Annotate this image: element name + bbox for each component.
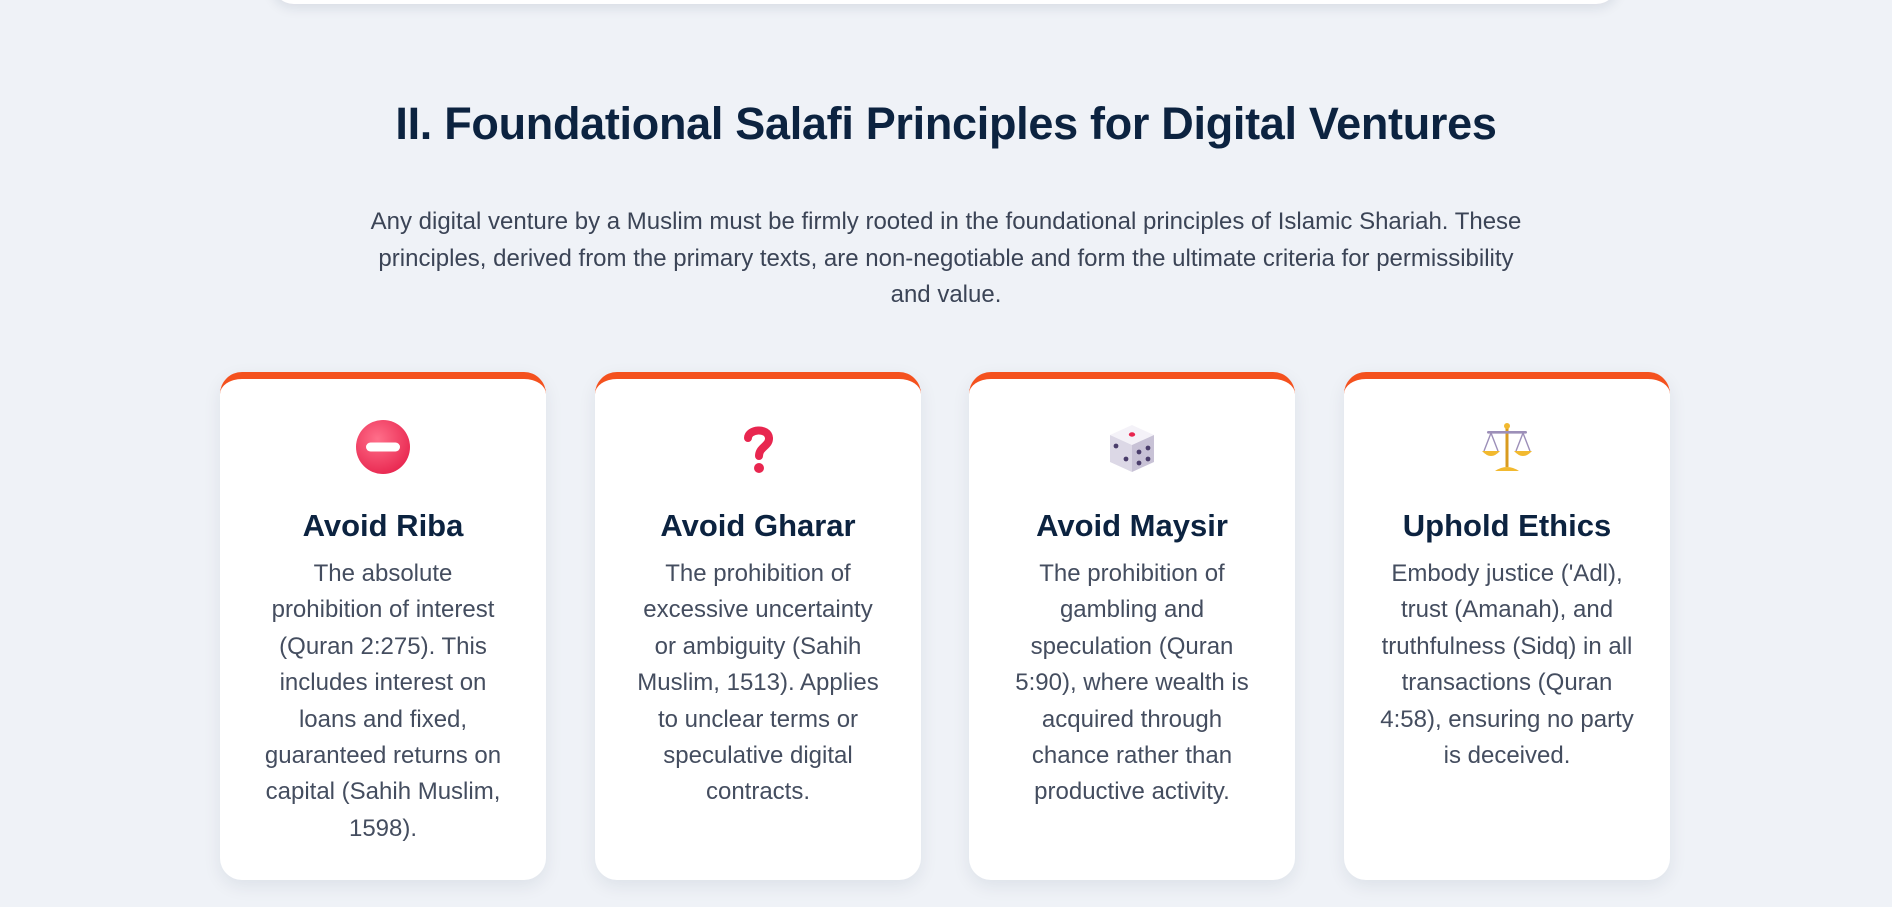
card-title: Avoid Riba [302, 508, 464, 543]
card-title: Uphold Ethics [1402, 508, 1612, 543]
card-description: The prohibition of excessive uncertainty… [637, 560, 879, 806]
card-title: Avoid Maysir [1036, 508, 1228, 543]
principles-card-grid: Avoid Riba The absolute prohibition of i… [220, 372, 1670, 882]
principle-card-gharar: Avoid Gharar The prohibition of excessiv… [595, 372, 921, 880]
principle-card-ethics: Uphold Ethics Embody justice ('Adl), tru… [1344, 372, 1670, 880]
principle-card-riba: Avoid Riba The absolute prohibition of i… [220, 372, 546, 880]
principle-card-maysir: Avoid Maysir The prohibition of gambling… [969, 372, 1295, 880]
no-entry-icon [355, 419, 411, 475]
card-title: Avoid Gharar [660, 508, 856, 543]
balance-scale-icon [1479, 419, 1535, 475]
question-mark-icon [730, 419, 786, 475]
card-description: The absolute prohibition of interest (Qu… [264, 560, 502, 842]
dice-icon [1104, 419, 1160, 475]
section-title: II. Foundational Salafi Principles for D… [395, 98, 1497, 149]
section-intro: Any digital venture by a Muslim must be … [370, 208, 1522, 308]
card-description: The prohibition of gambling and speculat… [1015, 560, 1249, 806]
card-description: Embody justice ('Adl), trust (Amanah), a… [1380, 560, 1634, 770]
principles-section: II. Foundational Salafi Principles for D… [0, 0, 1892, 907]
